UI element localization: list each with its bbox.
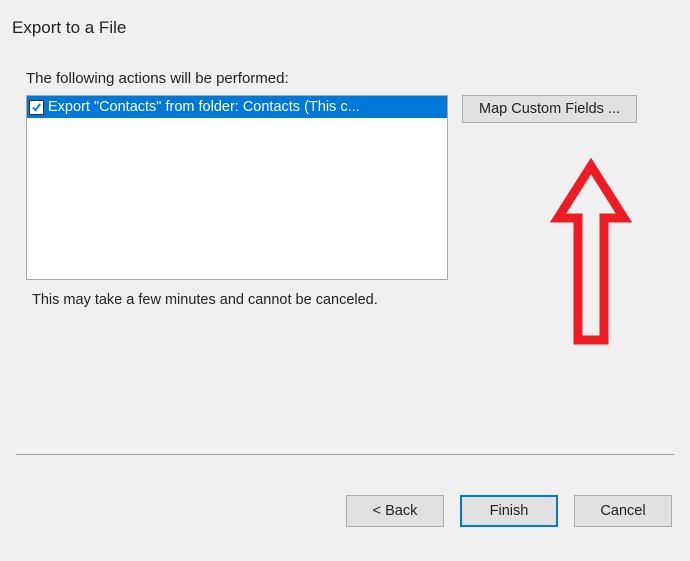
list-item[interactable]: Export "Contacts" from folder: Contacts … <box>27 96 447 118</box>
main-row: Export "Contacts" from folder: Contacts … <box>26 95 672 280</box>
back-button[interactable]: < Back <box>346 495 444 527</box>
list-item-label: Export "Contacts" from folder: Contacts … <box>48 99 360 115</box>
dialog-title: Export to a File <box>0 0 690 48</box>
actions-list[interactable]: Export "Contacts" from folder: Contacts … <box>26 95 448 280</box>
wizard-buttons: < Back Finish Cancel <box>346 495 672 527</box>
checkbox-icon[interactable] <box>29 100 44 115</box>
map-custom-fields-button[interactable]: Map Custom Fields ... <box>462 95 637 123</box>
cancel-button[interactable]: Cancel <box>574 495 672 527</box>
divider <box>16 454 674 455</box>
dialog-content: The following actions will be performed:… <box>0 48 690 318</box>
note-text: This may take a few minutes and cannot b… <box>26 292 672 308</box>
instruction-text: The following actions will be performed: <box>26 70 672 87</box>
export-dialog: Export to a File The following actions w… <box>0 0 690 561</box>
finish-button[interactable]: Finish <box>460 495 558 527</box>
